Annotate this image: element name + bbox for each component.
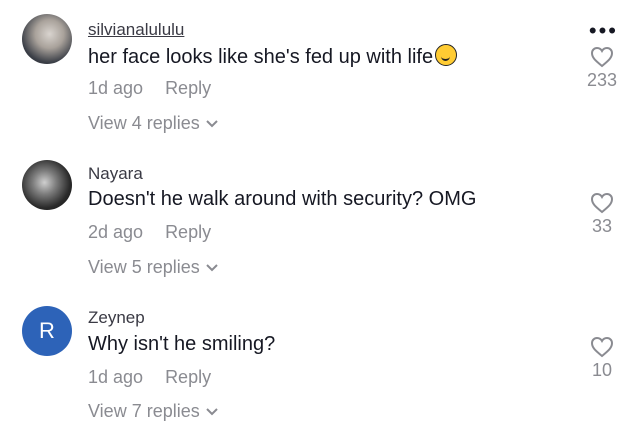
like-count: 233 [586,70,618,90]
reply-button[interactable]: Reply [165,222,211,242]
view-replies-label: View 7 replies [88,401,200,421]
comment-text-content: Doesn't he walk around with security? OM… [88,188,477,210]
heart-outline-icon [590,192,614,214]
comment-username[interactable]: silvianalululu [88,20,184,40]
like-count: 33 [591,216,613,236]
like-button[interactable]: 233 [582,46,622,91]
chevron-down-icon [206,119,218,127]
comment-text-content: her face looks like she's fed up with li… [88,46,434,68]
laughing-emoji-icon [435,44,458,66]
avatar[interactable] [22,14,72,64]
comment-text: Doesn't he walk around with security? OM… [88,188,476,211]
view-replies-button[interactable]: View 5 replies [88,257,218,278]
comment-text-content: Why isn't he smiling? [88,333,276,355]
view-replies-label: View 5 replies [88,257,200,277]
view-replies-button[interactable]: View 4 replies [88,113,218,134]
heart-outline-icon [590,46,614,68]
like-button[interactable]: 10 [582,336,622,381]
comment-text: Why isn't he smiling? [88,333,275,356]
chevron-down-icon [206,407,218,415]
view-replies-label: View 4 replies [88,113,200,133]
comment-meta: 1d ago Reply [88,78,211,99]
like-button[interactable]: 33 [582,192,622,237]
comment-timestamp: 1d ago [88,367,144,387]
comment-username[interactable]: Zeynep [88,308,145,328]
avatar[interactable] [22,160,72,210]
chevron-down-icon [206,263,218,271]
heart-outline-icon [590,336,614,358]
like-count: 10 [591,360,613,380]
reply-button[interactable]: Reply [165,78,211,98]
comment-text: her face looks like she's fed up with li… [88,44,458,69]
avatar-letter: R [39,318,55,343]
avatar[interactable]: R [22,306,72,356]
comment-meta: 1d ago Reply [88,367,211,388]
reply-button[interactable]: Reply [165,367,211,387]
comment-username[interactable]: Nayara [88,164,143,184]
comment-timestamp: 1d ago [88,78,144,98]
comment-timestamp: 2d ago [88,222,144,242]
more-options-icon[interactable]: ••• [589,18,618,44]
comment-meta: 2d ago Reply [88,222,211,243]
view-replies-button[interactable]: View 7 replies [88,401,218,422]
